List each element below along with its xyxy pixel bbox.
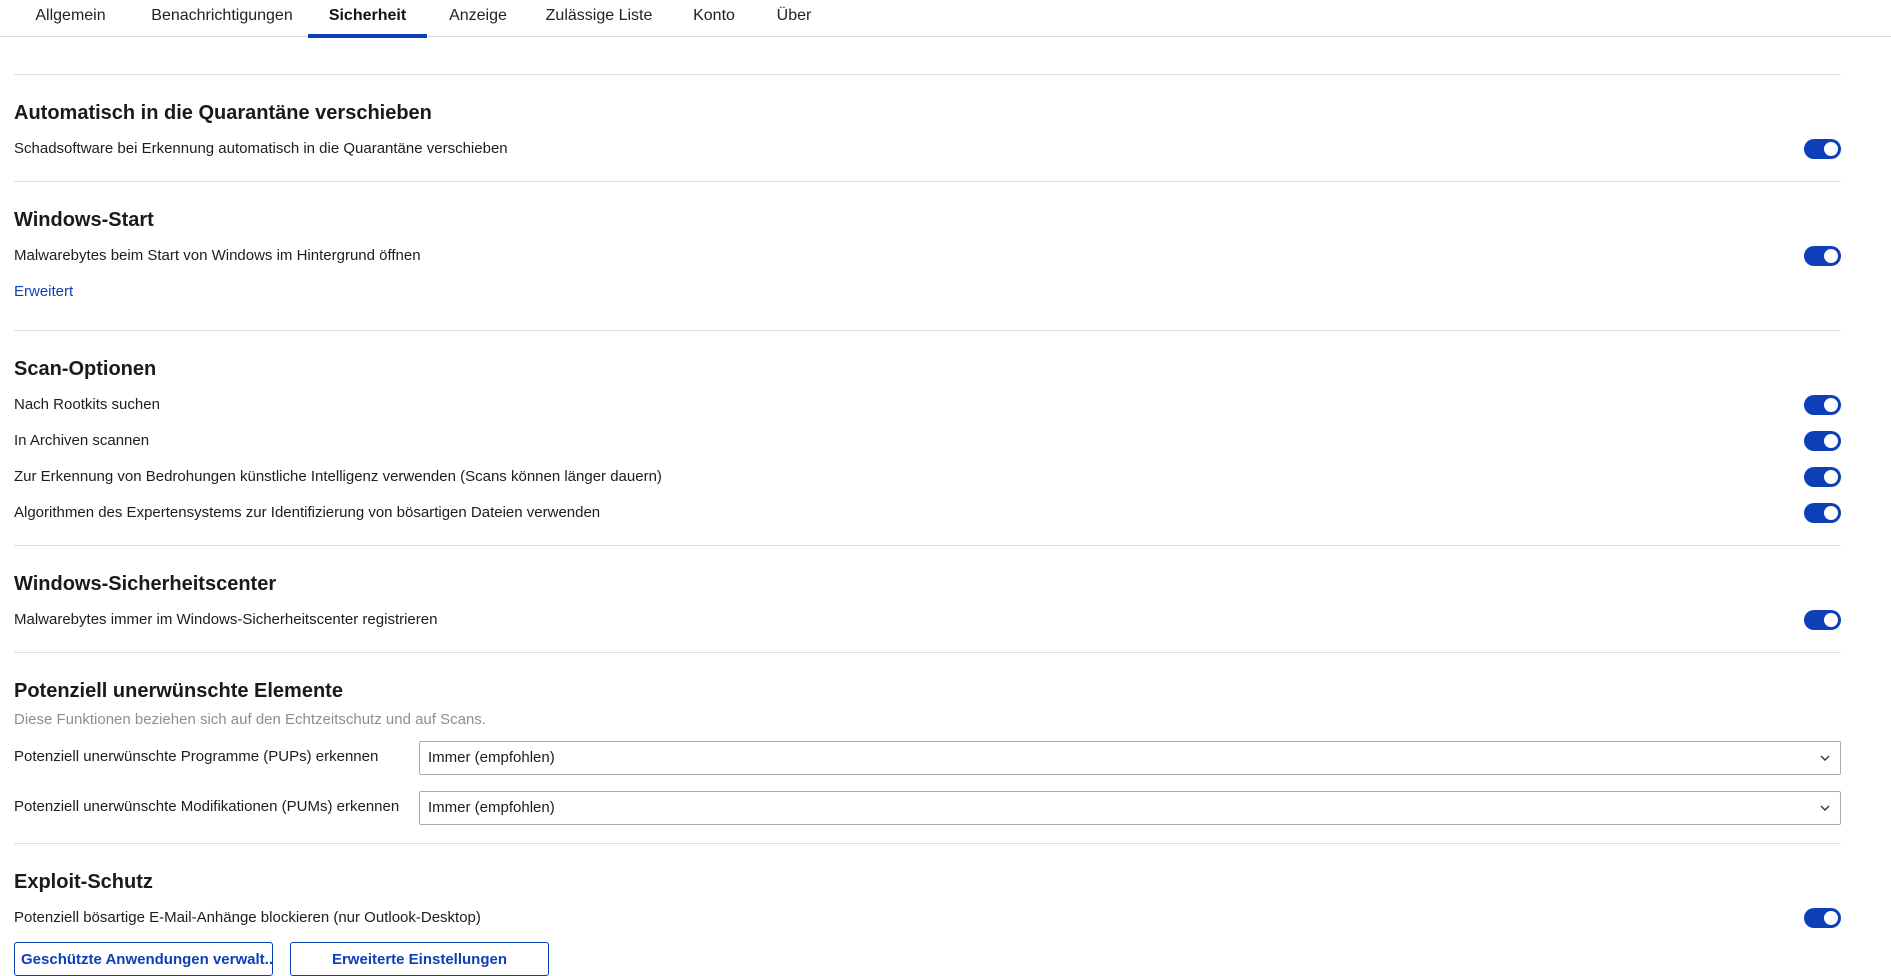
advanced-settings-button[interactable]: Erweiterte Einstellungen: [290, 942, 549, 976]
toggle-knob: [1824, 398, 1838, 412]
scan-archives-row: In Archiven scannen: [14, 423, 1841, 459]
pup-section-subtitle: Diese Funktionen beziehen sich auf den E…: [14, 711, 486, 728]
manage-protected-apps-button[interactable]: Geschützte Anwendungen verwalt...: [14, 942, 273, 976]
tab-sicherheit[interactable]: Sicherheit: [308, 0, 427, 38]
pums-select-value: Immer (empfohlen): [428, 799, 555, 816]
security-settings-content: Automatisch in die Quarantäne verschiebe…: [14, 74, 1841, 976]
ai-detection-label: Zur Erkennung von Bedrohungen künstliche…: [14, 468, 662, 485]
tab-benachrichtigungen[interactable]: Benachrichtigungen: [139, 0, 305, 37]
auto-quarantine-toggle[interactable]: [1804, 139, 1841, 159]
chevron-down-icon: [1820, 805, 1830, 811]
toggle-knob: [1824, 142, 1838, 156]
toggle-knob: [1824, 249, 1838, 263]
chevron-down-icon: [1820, 755, 1830, 761]
ai-detection-row: Zur Erkennung von Bedrohungen künstliche…: [14, 459, 1841, 495]
exploit-buttons: Geschützte Anwendungen verwalt... Erweit…: [14, 936, 1841, 976]
tab-allgemein[interactable]: Allgemein: [22, 0, 119, 37]
security-center-label: Malwarebytes immer im Windows-Sicherheit…: [14, 611, 438, 628]
windows-start-toggle[interactable]: [1804, 246, 1841, 266]
exploit-section-title: Exploit-Schutz: [14, 871, 153, 893]
toggle-knob: [1824, 470, 1838, 484]
scan-rootkits-label: Nach Rootkits suchen: [14, 396, 160, 413]
windows-start-row: Malwarebytes beim Start von Windows im H…: [14, 238, 1841, 274]
email-attachments-toggle[interactable]: [1804, 908, 1841, 928]
ai-detection-toggle[interactable]: [1804, 467, 1841, 487]
email-attachments-row: Potenziell bösartige E-Mail-Anhänge bloc…: [14, 900, 1841, 936]
expert-system-row: Algorithmen des Expertensystems zur Iden…: [14, 495, 1841, 531]
settings-tab-bar: Allgemein Benachrichtigungen Sicherheit …: [0, 0, 1891, 38]
pums-select[interactable]: Immer (empfohlen): [419, 791, 1841, 825]
tab-zulaessige-liste[interactable]: Zulässige Liste: [539, 0, 659, 37]
scan-rootkits-toggle[interactable]: [1804, 395, 1841, 415]
toggle-knob: [1824, 434, 1838, 448]
expert-system-toggle[interactable]: [1804, 503, 1841, 523]
windows-start-section-title: Windows-Start: [14, 209, 154, 231]
advanced-startup-link[interactable]: Erweitert: [14, 274, 1841, 310]
tab-ueber[interactable]: Über: [767, 0, 821, 37]
scan-rootkits-row: Nach Rootkits suchen: [14, 387, 1841, 423]
auto-quarantine-label: Schadsoftware bei Erkennung automatisch …: [14, 140, 508, 157]
pups-select-value: Immer (empfohlen): [428, 749, 555, 766]
quarantine-section-title: Automatisch in die Quarantäne verschiebe…: [14, 102, 432, 124]
pups-select[interactable]: Immer (empfohlen): [419, 741, 1841, 775]
windows-start-label: Malwarebytes beim Start von Windows im H…: [14, 247, 421, 264]
pups-row: Potenziell unerwünschte Programme (PUPs)…: [14, 739, 1841, 789]
toggle-knob: [1824, 613, 1838, 627]
expert-system-label: Algorithmen des Expertensystems zur Iden…: [14, 504, 601, 521]
auto-quarantine-row: Schadsoftware bei Erkennung automatisch …: [14, 131, 1841, 167]
toggle-knob: [1824, 506, 1838, 520]
email-attachments-label: Potenziell bösartige E-Mail-Anhänge bloc…: [14, 909, 481, 926]
pums-label: Potenziell unerwünschte Modifikationen (…: [14, 798, 400, 815]
security-center-section-title: Windows-Sicherheitscenter: [14, 573, 277, 595]
pup-section-title: Potenziell unerwünschte Elemente: [14, 680, 343, 702]
pums-row: Potenziell unerwünschte Modifikationen (…: [14, 789, 1841, 839]
security-center-toggle[interactable]: [1804, 610, 1841, 630]
tab-konto[interactable]: Konto: [683, 0, 745, 37]
scan-options-section-title: Scan-Optionen: [14, 358, 157, 380]
security-center-row: Malwarebytes immer im Windows-Sicherheit…: [14, 602, 1841, 638]
scan-archives-label: In Archiven scannen: [14, 432, 150, 449]
pups-label: Potenziell unerwünschte Programme (PUPs)…: [14, 748, 379, 765]
tab-anzeige[interactable]: Anzeige: [440, 0, 516, 37]
scan-archives-toggle[interactable]: [1804, 431, 1841, 451]
toggle-knob: [1824, 911, 1838, 925]
